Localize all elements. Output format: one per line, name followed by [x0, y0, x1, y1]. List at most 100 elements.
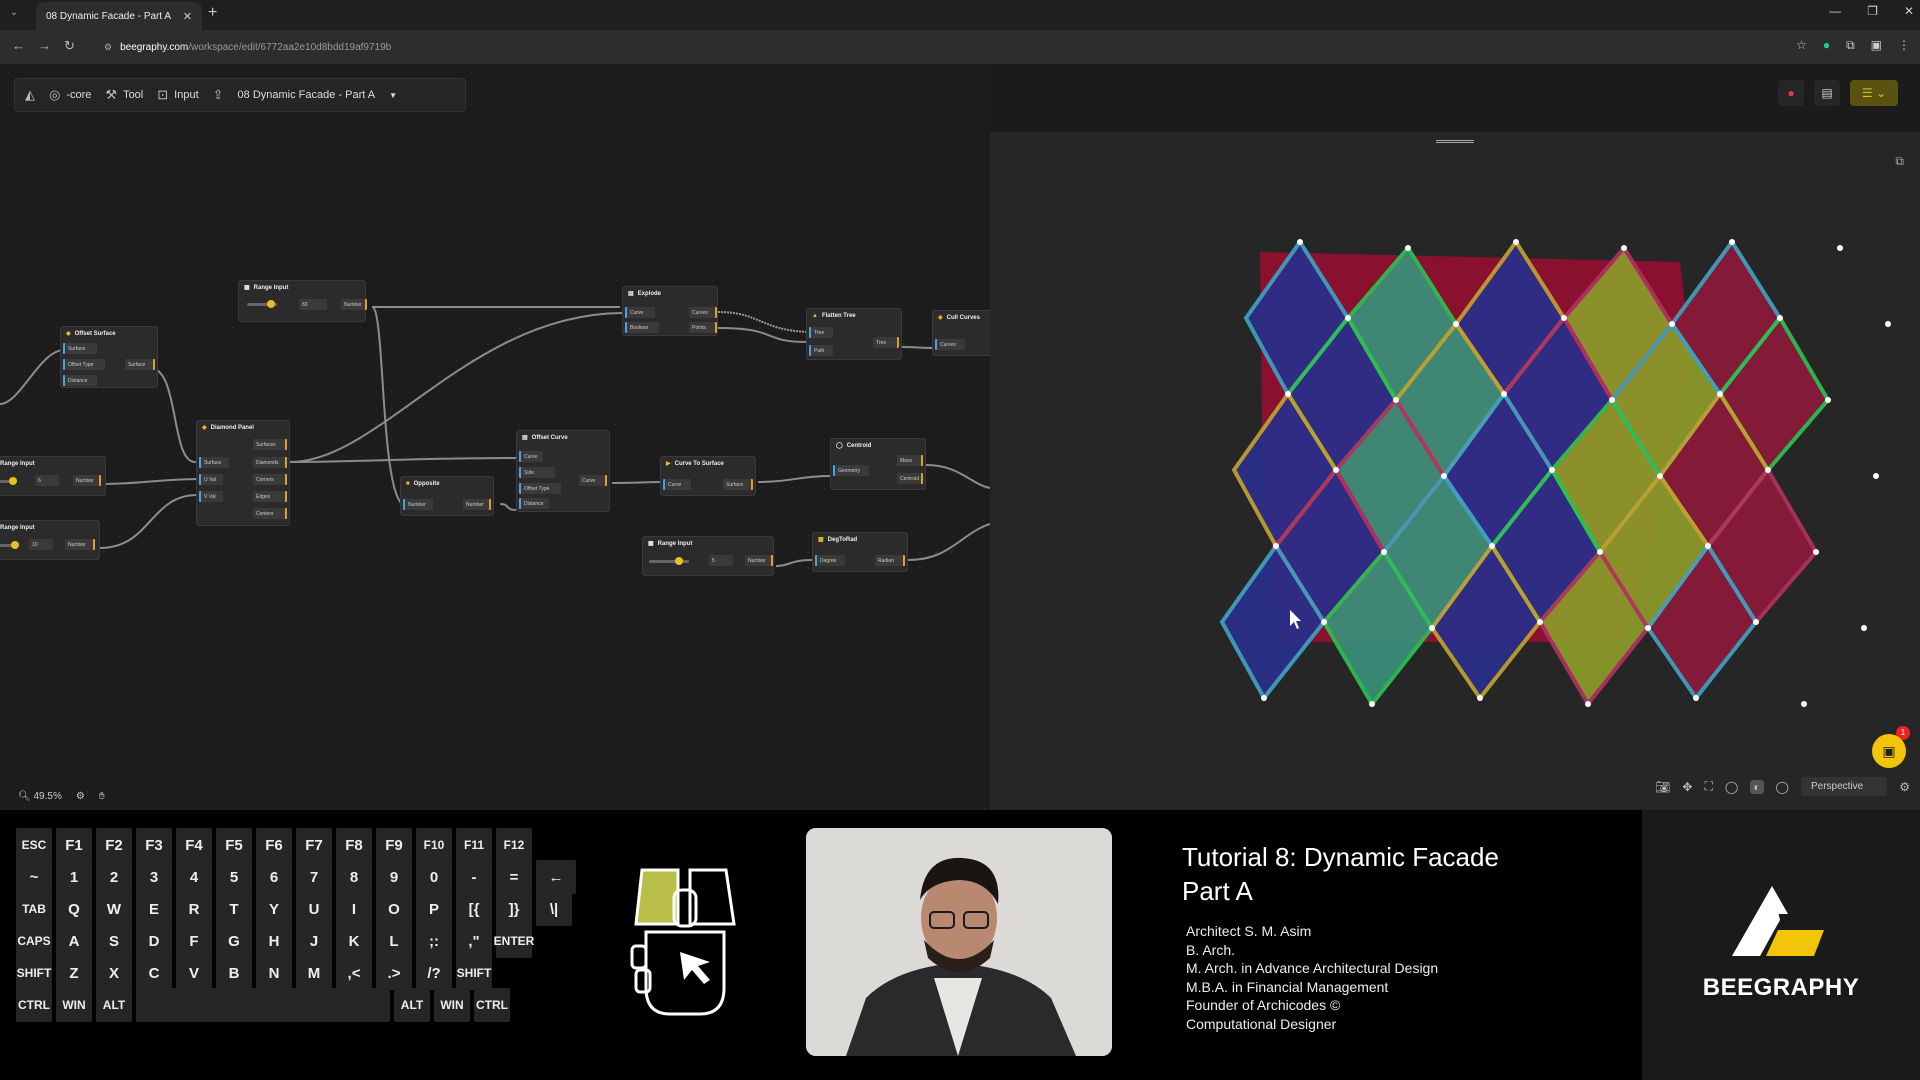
reload-icon[interactable]: ↻: [64, 38, 75, 54]
extension-grammarly-icon[interactable]: ●: [1823, 38, 1830, 53]
tab-search-icon[interactable]: ⌄: [6, 7, 22, 23]
input-port[interactable]: U Val: [199, 474, 223, 485]
node-centroid[interactable]: ◯ Centroid Geometry Mass Centroid: [830, 438, 926, 490]
input-port[interactable]: Surface: [199, 457, 229, 468]
hand-icon[interactable]: ✋︎: [99, 791, 105, 802]
properties-panel-toggle[interactable]: ☰ ⌄: [1850, 80, 1898, 106]
input-port[interactable]: Distance: [519, 498, 549, 509]
camera-icon[interactable]: 📷︎: [1655, 780, 1670, 794]
slider-knob[interactable]: [9, 477, 17, 485]
output-port[interactable]: Diamonds: [253, 457, 287, 468]
input-port[interactable]: Degree: [815, 555, 845, 566]
site-info-icon[interactable]: ⚙: [104, 42, 112, 53]
new-tab-icon[interactable]: +: [208, 4, 217, 22]
fullscreen-icon[interactable]: ⛶: [1704, 779, 1712, 794]
input-port[interactable]: Distance: [63, 375, 97, 386]
range-value[interactable]: 6: [35, 475, 59, 486]
user-avatar-icon[interactable]: ●: [1778, 80, 1804, 106]
range-value[interactable]: 10: [29, 539, 53, 550]
node-range-input[interactable]: Range Input 6 Number: [0, 456, 106, 496]
range-slider[interactable]: [247, 300, 277, 308]
node-diamond-panel[interactable]: ◆ Diamond Panel Surface U Val V Val Surfa…: [196, 420, 290, 526]
orbit-icon[interactable]: ✥: [1682, 780, 1692, 794]
output-port[interactable]: Corners: [253, 474, 287, 485]
input-port[interactable]: Number: [403, 499, 433, 510]
input-port[interactable]: Curve: [625, 307, 655, 318]
node-deg-to-rad[interactable]: ▩ DegToRad Degree Radian: [812, 532, 908, 572]
input-port[interactable]: Offset Type: [63, 359, 105, 370]
slider-knob[interactable]: [267, 300, 275, 308]
node-range-input[interactable]: ▦ Range Input 5 Number: [642, 536, 774, 576]
input-port[interactable]: Surface: [63, 343, 97, 354]
input-menu[interactable]: ⊡ Input: [157, 87, 198, 103]
tool-menu[interactable]: ⚒ Tool: [105, 87, 143, 103]
slider-knob[interactable]: [675, 557, 683, 565]
output-port[interactable]: Mass: [897, 455, 923, 466]
output-port[interactable]: Surfaces: [253, 439, 287, 450]
node-explode[interactable]: ▤ Explode Curve Boolean Curves Points: [622, 286, 718, 336]
output-port[interactable]: Surface: [125, 359, 155, 370]
output-port[interactable]: Number: [73, 475, 101, 486]
input-port[interactable]: Side: [519, 467, 555, 478]
close-window-icon[interactable]: ✕: [1904, 4, 1914, 18]
range-value[interactable]: 5: [709, 555, 733, 566]
range-slider[interactable]: [0, 477, 17, 485]
zoom-control[interactable]: 🔍︎ 49.5%: [18, 791, 62, 802]
bookmark-star-icon[interactable]: ☆: [1796, 38, 1807, 53]
node-offset-curve[interactable]: ▤ Offset Curve Curve Side Offset Type Dis…: [516, 430, 610, 512]
close-tab-icon[interactable]: ✕: [183, 10, 192, 23]
output-port[interactable]: Number: [463, 499, 491, 510]
range-value[interactable]: 83: [299, 299, 327, 310]
extensions-puzzle-icon[interactable]: ⧉: [1846, 38, 1855, 53]
node-curve-to-surface[interactable]: ▶ Curve To Surface Curve Surface: [660, 456, 756, 496]
shading-render-icon[interactable]: ◯: [1776, 780, 1789, 794]
output-port[interactable]: Radian: [875, 555, 905, 566]
profile-icon[interactable]: ▣: [1871, 38, 1882, 53]
chat-support-icon[interactable]: ▣: [1872, 734, 1906, 768]
output-port[interactable]: Edges: [253, 491, 287, 502]
node-range-input[interactable]: Range Input 10 Number: [0, 520, 100, 560]
output-port[interactable]: Number: [65, 539, 95, 550]
browser-menu-icon[interactable]: ⋮: [1898, 38, 1910, 53]
input-port[interactable]: Offset Type: [519, 483, 561, 494]
input-port[interactable]: Curve: [519, 451, 543, 462]
range-slider[interactable]: [0, 541, 19, 549]
input-port[interactable]: V Val: [199, 491, 223, 502]
output-port[interactable]: Curves: [689, 307, 717, 318]
output-port[interactable]: Number: [341, 299, 367, 310]
view-mode-select[interactable]: Perspective: [1800, 777, 1888, 796]
minimize-icon[interactable]: —: [1829, 4, 1841, 18]
node-offset-surface[interactable]: ◆ Offset Surface Surface Offset Type Dist…: [60, 326, 158, 388]
3d-viewport[interactable]: ⧉ 1 ▣ 📷︎ ✥ ⛶ ◯ ◐ ◯ Perspective ⚙: [990, 132, 1920, 810]
comment-icon[interactable]: ▤: [1814, 80, 1840, 106]
output-port[interactable]: Points: [689, 322, 717, 333]
input-port[interactable]: Curve: [663, 479, 691, 490]
output-port[interactable]: Curve: [579, 475, 607, 486]
output-port[interactable]: Centers: [253, 508, 287, 519]
input-port[interactable]: Curves: [935, 339, 965, 350]
restore-icon[interactable]: ❐: [1867, 4, 1878, 18]
slider-knob[interactable]: [11, 541, 19, 549]
browser-tab-active[interactable]: 08 Dynamic Facade - Part A ✕: [36, 2, 202, 30]
shading-solid-icon[interactable]: ◐: [1750, 779, 1764, 794]
node-opposite[interactable]: ■ Opposite Number Number: [400, 476, 494, 516]
node-cull-curves[interactable]: ◈ Cull Curves Curves: [932, 310, 990, 356]
project-selector[interactable]: ⇪ 08 Dynamic Facade - Part A ▼: [213, 87, 397, 103]
input-port[interactable]: Path: [809, 345, 833, 356]
input-port[interactable]: Geometry: [833, 465, 869, 476]
output-port[interactable]: Surface: [723, 479, 753, 490]
core-menu[interactable]: ◎ -core: [49, 87, 91, 103]
node-canvas[interactable]: ◭ ◎ -core ⚒ Tool ⊡ Input ⇪ 08 Dynamic Fa…: [0, 64, 990, 810]
beegraphy-logo-icon[interactable]: ◭: [25, 87, 35, 103]
gear-icon[interactable]: ⚙: [76, 791, 85, 802]
viewport-settings-icon[interactable]: ⚙: [1899, 780, 1910, 794]
node-flatten-tree[interactable]: ▲ Flatten Tree Tree Path Tree: [806, 308, 902, 360]
output-port[interactable]: Number: [745, 555, 773, 566]
range-slider[interactable]: [649, 557, 689, 565]
back-icon[interactable]: ←: [12, 38, 25, 53]
input-port[interactable]: Boolean: [625, 322, 659, 333]
output-port[interactable]: Tree: [873, 337, 899, 348]
input-port[interactable]: Tree: [809, 327, 833, 338]
output-port[interactable]: Centroid: [897, 473, 923, 484]
node-range-input[interactable]: ▦ Range Input 83 Number: [238, 280, 367, 322]
